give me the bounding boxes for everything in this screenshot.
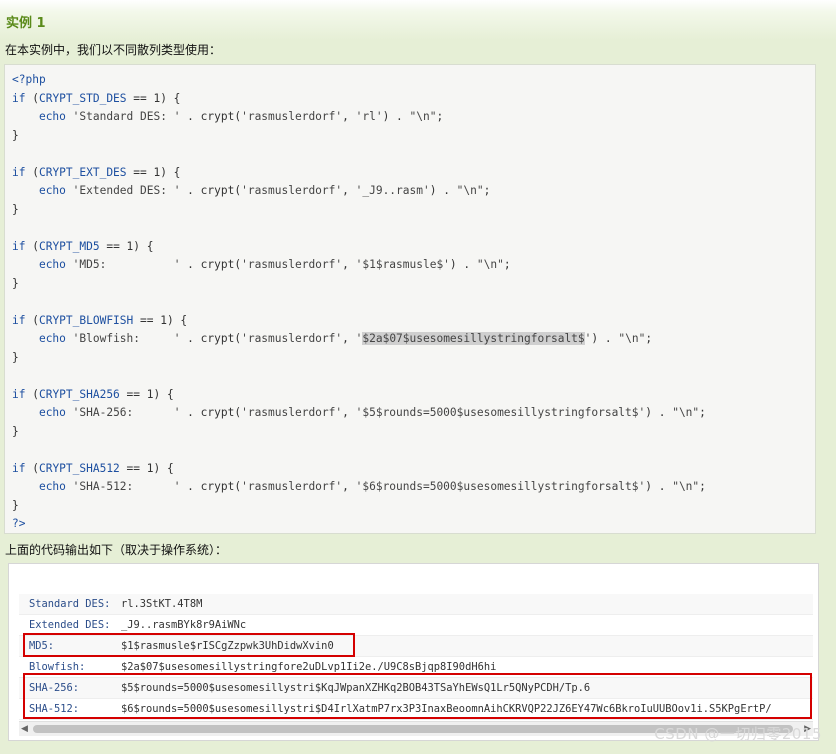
- password-arg: 'rasmuslerdorf': [241, 406, 343, 419]
- password-arg: 'rasmuslerdorf': [241, 184, 343, 197]
- output-key: Extended DES:: [29, 619, 111, 631]
- constant-name: CRYPT_SHA512: [38, 461, 120, 475]
- constant-name: CRYPT_STD_DES: [38, 91, 127, 105]
- salt-arg: '$5$rounds=5000$usesomesillystringforsal…: [355, 406, 646, 419]
- php-close-tag-text: ?>: [12, 517, 26, 530]
- constant-name: CRYPT_MD5: [38, 239, 100, 253]
- code-if-line: if (CRYPT_EXT_DES == 1) {: [12, 165, 181, 179]
- keyword-if: if: [12, 387, 26, 401]
- code-close-brace: }: [12, 498, 19, 512]
- code-close-brace: }: [12, 276, 19, 290]
- output-row: Standard DES: rl.3StKT.4T8M: [19, 594, 813, 615]
- function-crypt: crypt: [200, 110, 235, 123]
- code-if-line: if (CRYPT_STD_DES == 1) {: [12, 91, 181, 105]
- salt-arg: '_J9..rasm': [355, 184, 430, 197]
- code-close-brace: }: [12, 424, 19, 438]
- intro-text: 在本实例中，我们以不同散列类型使用：: [5, 43, 222, 57]
- keyword-echo: echo: [38, 258, 66, 271]
- function-crypt: crypt: [200, 406, 235, 419]
- echo-label: 'SHA-256: ': [72, 406, 181, 419]
- echo-label: 'Standard DES: ': [72, 110, 181, 123]
- echo-label: 'MD5: ': [72, 258, 181, 271]
- newline-string: "\n": [409, 110, 437, 123]
- keyword-echo: echo: [38, 110, 66, 123]
- code-block[interactable]: <?php if (CRYPT_STD_DES == 1) { echo 'Sta…: [4, 64, 816, 534]
- keyword-if: if: [12, 239, 26, 253]
- php-open-tag-text: <?php: [12, 73, 46, 86]
- newline-string: "\n": [672, 480, 700, 493]
- password-arg: 'rasmuslerdorf': [241, 332, 343, 345]
- constant-name: CRYPT_SHA256: [38, 387, 120, 401]
- php-close-tag: ?>: [12, 515, 815, 534]
- constant-name: CRYPT_BLOWFISH: [38, 313, 134, 327]
- example-heading: 实例 1: [6, 16, 46, 31]
- keyword-if: if: [12, 461, 26, 475]
- code-if-line: if (CRYPT_SHA512 == 1) {: [12, 461, 174, 475]
- scroll-left-arrow-icon[interactable]: ◀: [21, 723, 28, 735]
- keyword-echo: echo: [38, 406, 66, 419]
- keyword-if: if: [12, 91, 26, 105]
- function-crypt: crypt: [200, 332, 235, 345]
- output-label: 上面的代码输出如下（取决于操作系统）：: [5, 543, 228, 557]
- php-open-tag: <?php: [12, 71, 815, 90]
- md5-highlight-box: [23, 633, 355, 657]
- newline-string: "\n": [618, 332, 646, 345]
- keyword-if: if: [12, 313, 26, 327]
- password-arg: 'rasmuslerdorf': [241, 110, 343, 123]
- newline-string: "\n": [476, 258, 504, 271]
- output-block[interactable]: Standard DES: rl.3StKT.4T8M Extended DES: _…: [8, 563, 819, 741]
- salt-arg: '$6$rounds=5000$usesomesillystringforsal…: [355, 480, 646, 493]
- function-crypt: crypt: [200, 258, 235, 271]
- code-close-brace: }: [12, 128, 19, 142]
- salt-arg: '$1$rasmusle$': [355, 258, 450, 271]
- code-echo-line: echo 'Extended DES: ' . crypt('rasmusler…: [38, 184, 491, 197]
- echo-label: 'SHA-512: ': [72, 480, 181, 493]
- salt-arg: 'rl': [355, 110, 383, 123]
- code-echo-line: echo 'Blowfish: ' . crypt('rasmuslerdorf…: [38, 332, 653, 345]
- newline-string: "\n": [456, 184, 484, 197]
- echo-label: 'Extended DES: ': [72, 184, 181, 197]
- output-value: $2a$07$usesomesillystringfore2uDLvp1Ii2e…: [121, 661, 497, 673]
- code-close-brace: }: [12, 202, 19, 216]
- output-value: rl.3StKT.4T8M: [121, 598, 203, 610]
- code-if-line: if (CRYPT_SHA256 == 1) {: [12, 387, 174, 401]
- code-close-brace: }: [12, 350, 19, 364]
- output-key: Standard DES:: [29, 598, 111, 610]
- highlighted-salt: $2a$07$usesomesillystringforsalt$: [362, 332, 585, 345]
- watermark: CSDN @一切归零2015: [654, 725, 822, 743]
- password-arg: 'rasmuslerdorf': [241, 258, 343, 271]
- keyword-echo: echo: [38, 332, 66, 345]
- keyword-echo: echo: [38, 184, 66, 197]
- code-echo-line: echo 'Standard DES: ' . crypt('rasmusler…: [38, 110, 444, 123]
- code-if-line: if (CRYPT_MD5 == 1) {: [12, 239, 154, 253]
- constant-name: CRYPT_EXT_DES: [38, 165, 127, 179]
- code-echo-line: echo 'SHA-512: ' . crypt('rasmuslerdorf'…: [38, 480, 706, 493]
- echo-label: 'Blowfish: ': [72, 332, 181, 345]
- code-if-line: if (CRYPT_BLOWFISH == 1) {: [12, 313, 188, 327]
- password-arg: 'rasmuslerdorf': [241, 480, 343, 493]
- code-echo-line: echo 'SHA-256: ' . crypt('rasmuslerdorf'…: [38, 406, 706, 419]
- newline-string: "\n": [672, 406, 700, 419]
- function-crypt: crypt: [200, 480, 235, 493]
- sha-highlight-box: [23, 673, 812, 719]
- code-echo-line: echo 'MD5: ' . crypt('rasmuslerdorf', '$…: [38, 258, 511, 271]
- keyword-echo: echo: [38, 480, 66, 493]
- keyword-if: if: [12, 165, 26, 179]
- function-crypt: crypt: [200, 184, 235, 197]
- output-value: _J9..rasmBYk8r9AiWNc: [121, 619, 247, 631]
